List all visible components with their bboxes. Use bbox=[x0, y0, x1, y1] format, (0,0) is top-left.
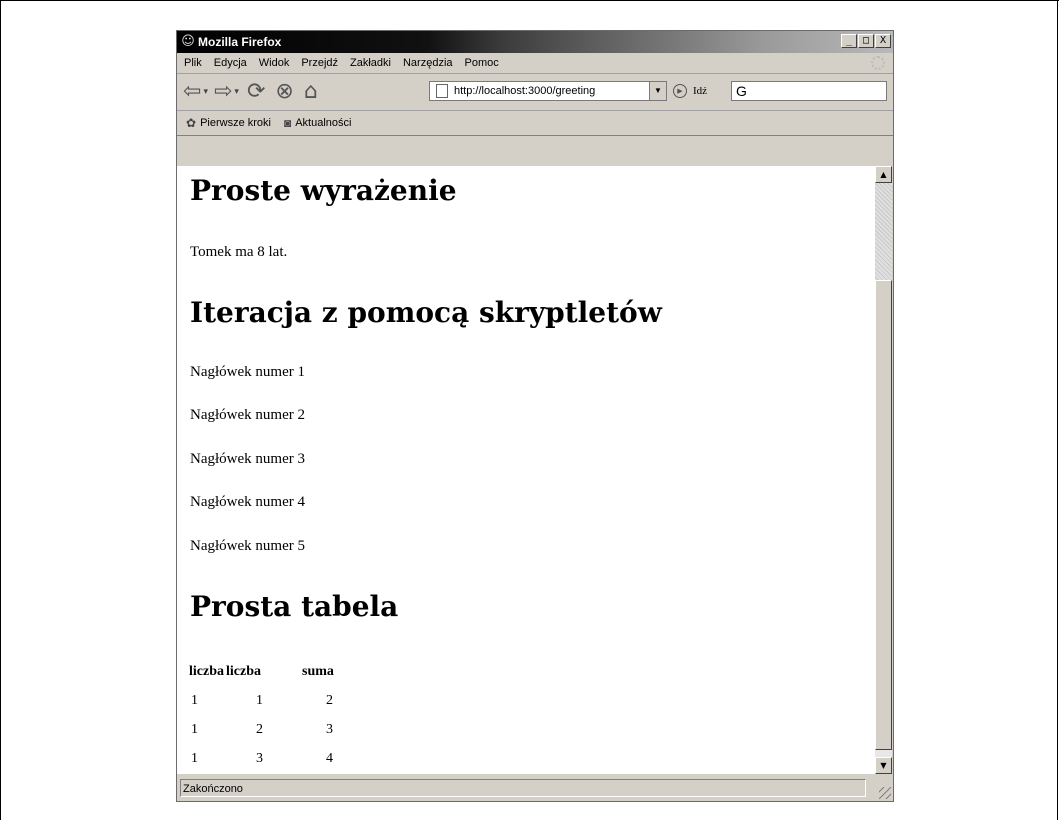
throbber-icon bbox=[871, 56, 885, 70]
menu-edycja[interactable]: Edycja bbox=[214, 57, 247, 69]
frame-left-line bbox=[0, 0, 1, 820]
url-dropdown-icon[interactable]: ▼ bbox=[649, 82, 666, 100]
table-cell: 2 bbox=[326, 692, 333, 708]
menu-bar: Plik Edycja Widok Przejdź Zakładki Narzę… bbox=[177, 53, 893, 74]
table-cell: 3 bbox=[256, 750, 263, 766]
heading-expression: Proste wyrażenie bbox=[190, 174, 457, 207]
list-item: Nagłówek numer 3 bbox=[190, 451, 305, 467]
scrollbar-thumb[interactable] bbox=[875, 280, 892, 750]
table-cell: 1 bbox=[191, 692, 198, 708]
go-button[interactable]: ▶ Idź bbox=[673, 84, 707, 98]
scroll-down-arrow-icon[interactable]: ▼ bbox=[875, 757, 892, 774]
bookmark-label: Aktualności bbox=[295, 117, 352, 129]
rss-feed-icon: ◙ bbox=[283, 116, 292, 130]
table-cell: 1 bbox=[256, 692, 263, 708]
status-bar: Zakończono bbox=[177, 775, 893, 801]
stop-icon[interactable]: ⊗ bbox=[275, 81, 293, 103]
table-row: 1 1 2 bbox=[189, 686, 336, 715]
window-title: Mozilla Firefox bbox=[198, 35, 282, 49]
home-icon[interactable]: ⌂ bbox=[304, 81, 318, 103]
table-cell: 1 bbox=[191, 750, 198, 766]
status-text: Zakończono bbox=[180, 779, 866, 797]
menu-plik[interactable]: Plik bbox=[184, 57, 202, 69]
go-arrow-icon: ▶ bbox=[673, 84, 687, 98]
bookmark-label: Pierwsze kroki bbox=[200, 117, 271, 129]
list-item: Nagłówek numer 5 bbox=[190, 538, 305, 554]
list-item: Nagłówek numer 4 bbox=[190, 494, 305, 510]
table-cell: 2 bbox=[256, 721, 263, 737]
scrollbar-track[interactable] bbox=[875, 183, 892, 280]
title-bar: ☺ Mozilla Firefox _ □ X bbox=[177, 31, 893, 53]
firefox-logo-icon: ☺ bbox=[181, 34, 195, 49]
bookmark-news[interactable]: ◙ Aktualności bbox=[284, 116, 352, 130]
firefox-bookmark-icon: ✿ bbox=[186, 116, 197, 130]
url-text[interactable]: http://localhost:3000/greeting bbox=[454, 85, 649, 97]
vertical-scrollbar[interactable]: ▲ ▼ bbox=[875, 166, 892, 774]
bookmark-first-steps[interactable]: ✿ Pierwsze kroki bbox=[186, 116, 271, 130]
back-dropdown-icon[interactable]: ▾ bbox=[203, 87, 208, 97]
go-label: Idź bbox=[693, 85, 708, 97]
column-header: liczba bbox=[226, 664, 261, 679]
column-header: suma bbox=[302, 664, 334, 679]
menu-narzedzia[interactable]: Narzędzia bbox=[403, 57, 453, 69]
table-cell: 3 bbox=[326, 721, 333, 737]
reload-icon[interactable]: ⟳ bbox=[247, 81, 265, 103]
page-icon bbox=[436, 84, 448, 98]
url-bar[interactable]: http://localhost:3000/greeting ▼ bbox=[429, 81, 667, 101]
table-cell: 1 bbox=[191, 721, 198, 737]
menu-widok[interactable]: Widok bbox=[259, 57, 290, 69]
menu-pomoc[interactable]: Pomoc bbox=[465, 57, 499, 69]
menu-zakladki[interactable]: Zakładki bbox=[350, 57, 391, 69]
list-item: Nagłówek numer 2 bbox=[190, 407, 305, 423]
table-row: 1 2 3 bbox=[189, 715, 336, 744]
page-content: Proste wyrażenie Tomek ma 8 lat. Iteracj… bbox=[177, 166, 875, 774]
frame-top-line bbox=[0, 0, 1059, 1]
browser-window: ☺ Mozilla Firefox _ □ X Plik Edycja Wido… bbox=[176, 30, 894, 802]
table-row: 1 3 4 bbox=[189, 744, 336, 773]
back-arrow-icon[interactable]: ⇦ bbox=[183, 81, 201, 103]
bookmarks-toolbar: ✿ Pierwsze kroki ◙ Aktualności bbox=[177, 111, 893, 136]
list-item: Nagłówek numer 1 bbox=[190, 364, 305, 380]
frame-right-line bbox=[1057, 0, 1058, 820]
forward-arrow-icon[interactable]: ⇨ bbox=[214, 81, 232, 103]
forward-dropdown-icon[interactable]: ▾ bbox=[234, 87, 239, 97]
scroll-up-arrow-icon[interactable]: ▲ bbox=[875, 166, 892, 183]
menu-przejdz[interactable]: Przejdź bbox=[301, 57, 338, 69]
column-header: liczba bbox=[189, 664, 224, 679]
resize-grip-icon[interactable] bbox=[879, 787, 891, 799]
sum-table: liczba liczba suma 1 1 2 1 2 3 1 3 4 bbox=[189, 658, 336, 773]
heading-iteration: Iteracja z pomocą skryptletów bbox=[190, 296, 662, 329]
search-input[interactable]: G bbox=[731, 81, 887, 101]
maximize-button[interactable]: □ bbox=[858, 34, 874, 48]
heading-table: Prosta tabela bbox=[190, 590, 399, 623]
table-cell: 4 bbox=[326, 750, 333, 766]
window-controls: _ □ X bbox=[841, 34, 891, 48]
navigation-toolbar: ⇦ ▾ ⇨ ▾ ⟳ ⊗ ⌂ http://localhost:3000/gree… bbox=[177, 74, 893, 111]
minimize-button[interactable]: _ bbox=[841, 34, 857, 48]
table-header-row: liczba liczba suma bbox=[189, 658, 336, 686]
close-button[interactable]: X bbox=[875, 34, 891, 48]
expression-text: Tomek ma 8 lat. bbox=[190, 244, 288, 260]
